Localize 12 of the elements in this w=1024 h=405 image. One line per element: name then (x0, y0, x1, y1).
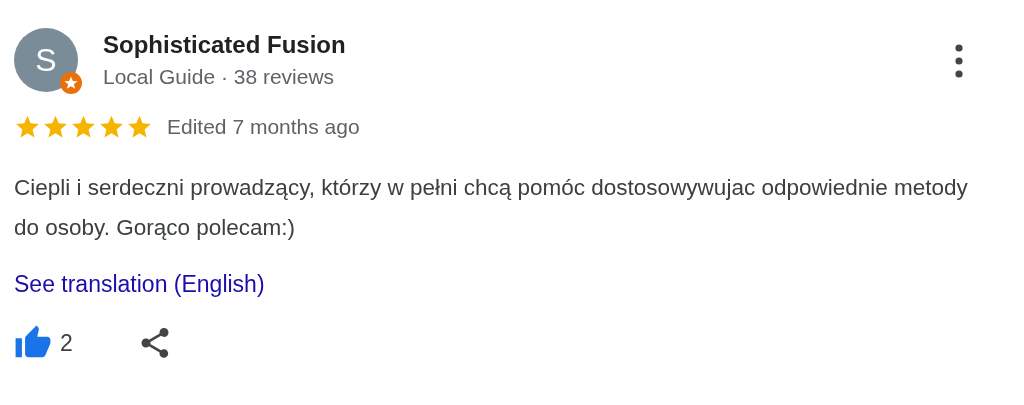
author-name[interactable]: Sophisticated Fusion (103, 28, 346, 62)
reviewer-info: Local Guide · 38 reviews (103, 64, 336, 90)
star-icon (42, 114, 69, 140)
review-date: Edited 7 months ago (167, 115, 360, 139)
star-icon (126, 114, 153, 140)
review-text: Ciepli i serdeczni prowadzący, którzy w pełni chcą pomóc dostosowywujac odpowiednie metody do osoby. Gorąco polecam:) (14, 174, 969, 242)
see-translation-link[interactable]: See translation (English) (14, 271, 265, 298)
star-icon (70, 114, 97, 140)
star-icon (14, 114, 41, 140)
star-icon (98, 114, 125, 140)
more-options-icon[interactable] (955, 44, 963, 78)
like-count: 2 (60, 329, 73, 357)
